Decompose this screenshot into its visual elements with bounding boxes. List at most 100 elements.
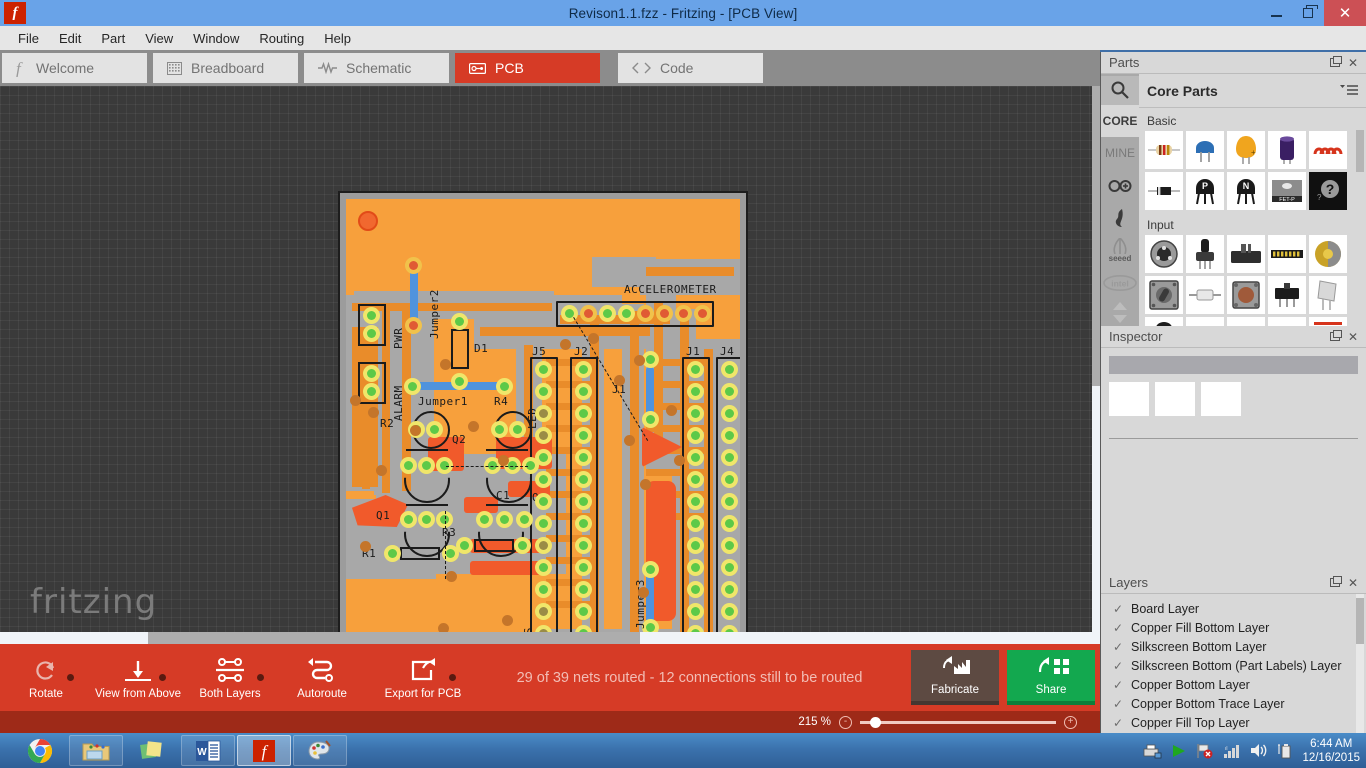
- inspector-name-field[interactable]: [1109, 356, 1358, 374]
- pad[interactable]: [687, 361, 704, 378]
- can-capacitor-icon[interactable]: [1268, 131, 1306, 169]
- zoom-out-button[interactable]: -: [839, 715, 852, 729]
- via[interactable]: [638, 587, 649, 598]
- pad[interactable]: [656, 305, 673, 322]
- pad[interactable]: [687, 449, 704, 466]
- pad[interactable]: [363, 383, 380, 400]
- rotate-button[interactable]: Rotate: [0, 644, 92, 711]
- pad[interactable]: [721, 361, 738, 378]
- taskbar-clock[interactable]: 6:44 AM 12/16/2015: [1302, 737, 1360, 765]
- layers-scrollbar-thumb[interactable]: [1356, 598, 1364, 644]
- menu-help[interactable]: Help: [314, 29, 361, 48]
- flag-error-icon[interactable]: [1196, 743, 1214, 759]
- via[interactable]: [502, 615, 513, 626]
- check-icon[interactable]: ✓: [1113, 621, 1123, 635]
- pad[interactable]: [721, 515, 738, 532]
- pad[interactable]: [575, 449, 592, 466]
- word-icon[interactable]: W: [181, 735, 235, 766]
- inspector-thumb[interactable]: [1155, 382, 1195, 416]
- jumper3-wire[interactable]: [646, 571, 654, 623]
- intel-icon[interactable]: intel: [1101, 266, 1139, 298]
- via[interactable]: [376, 465, 387, 476]
- tab-welcome[interactable]: f Welcome: [2, 53, 147, 83]
- via[interactable]: [640, 479, 651, 490]
- pad[interactable]: [535, 559, 552, 576]
- pad[interactable]: [514, 537, 531, 554]
- float-icon[interactable]: [1329, 330, 1342, 341]
- pad[interactable]: [404, 378, 421, 395]
- pad[interactable]: [642, 561, 659, 578]
- pad[interactable]: [535, 449, 552, 466]
- maximize-button[interactable]: [1292, 0, 1324, 26]
- layer-row[interactable]: ✓ Silkscreen Bottom Layer: [1101, 637, 1366, 656]
- close-icon[interactable]: ✕: [1348, 56, 1358, 70]
- layer-row[interactable]: ✓ Copper Bottom Layer: [1101, 675, 1366, 694]
- via[interactable]: [560, 339, 571, 350]
- sparkfun-flame-icon[interactable]: [1101, 202, 1139, 234]
- menu-window[interactable]: Window: [183, 29, 249, 48]
- pad[interactable]: [721, 427, 738, 444]
- bin-scroll-down-icon[interactable]: [1101, 312, 1139, 326]
- pushbutton-icon[interactable]: [1227, 276, 1265, 314]
- pnp-transistor-icon[interactable]: P: [1186, 172, 1224, 210]
- zoom-slider-handle[interactable]: [870, 716, 881, 728]
- mosfet-icon[interactable]: FET-P: [1268, 172, 1306, 210]
- pad[interactable]: [694, 305, 711, 322]
- partial-part-icon[interactable]: [1145, 317, 1183, 326]
- inspector-thumb[interactable]: [1201, 382, 1241, 416]
- dropdown-dot[interactable]: [159, 674, 166, 681]
- pad[interactable]: [642, 411, 659, 428]
- pad[interactable]: [687, 493, 704, 510]
- pad[interactable]: [476, 511, 493, 528]
- trimmer-potentiometer-icon[interactable]: [1145, 235, 1183, 273]
- scrollbar-thumb[interactable]: [148, 632, 640, 644]
- dropdown-dot[interactable]: [449, 674, 456, 681]
- minimize-button[interactable]: [1260, 0, 1292, 26]
- inspector-thumb[interactable]: [1109, 382, 1149, 416]
- layers-list[interactable]: ✓ Board Layer ✓ Copper Fill Bottom Layer…: [1101, 594, 1366, 733]
- seeed-icon[interactable]: seeed: [1101, 234, 1139, 266]
- via[interactable]: [614, 375, 625, 386]
- view-from-above-button[interactable]: View from Above: [92, 644, 184, 711]
- pad[interactable]: [575, 361, 592, 378]
- pad[interactable]: [575, 383, 592, 400]
- pad[interactable]: [687, 427, 704, 444]
- slide-switch-icon[interactable]: [1268, 276, 1306, 314]
- partial-part-icon[interactable]: [1309, 317, 1347, 326]
- arduino-infinity-icon[interactable]: [1101, 170, 1139, 202]
- pad[interactable]: [580, 305, 597, 322]
- jumper2-wire[interactable]: [410, 265, 418, 325]
- tab-pcb[interactable]: PCB: [455, 53, 600, 83]
- volume-icon[interactable]: [1250, 743, 1268, 758]
- via[interactable]: [666, 405, 677, 416]
- pad[interactable]: [721, 537, 738, 554]
- pad[interactable]: [721, 449, 738, 466]
- pad[interactable]: [575, 603, 592, 620]
- close-icon[interactable]: ✕: [1348, 330, 1358, 344]
- via[interactable]: [368, 407, 379, 418]
- fuse-icon[interactable]: [1186, 276, 1224, 314]
- pad[interactable]: [575, 427, 592, 444]
- pad[interactable]: [721, 603, 738, 620]
- j1-jumper-wire[interactable]: [646, 367, 654, 417]
- fritzing-icon[interactable]: f: [237, 735, 291, 766]
- pad[interactable]: [535, 471, 552, 488]
- pad[interactable]: [451, 373, 468, 390]
- pad[interactable]: [418, 457, 435, 474]
- float-icon[interactable]: [1329, 56, 1342, 67]
- inductor-coil-icon[interactable]: [1309, 131, 1347, 169]
- menu-part[interactable]: Part: [91, 29, 135, 48]
- npn-transistor-icon[interactable]: N: [1227, 172, 1265, 210]
- via[interactable]: [634, 355, 645, 366]
- pad[interactable]: [496, 511, 513, 528]
- pad[interactable]: [516, 511, 533, 528]
- pad[interactable]: [721, 471, 738, 488]
- diode-icon[interactable]: [1145, 172, 1183, 210]
- resistor-icon[interactable]: [1145, 131, 1183, 169]
- unknown-part-icon[interactable]: ??: [1309, 172, 1347, 210]
- pad[interactable]: [535, 405, 552, 422]
- dropdown-dot[interactable]: [257, 674, 264, 681]
- pad[interactable]: [405, 317, 422, 334]
- via[interactable]: [438, 623, 449, 632]
- tab-code[interactable]: Code: [618, 53, 763, 83]
